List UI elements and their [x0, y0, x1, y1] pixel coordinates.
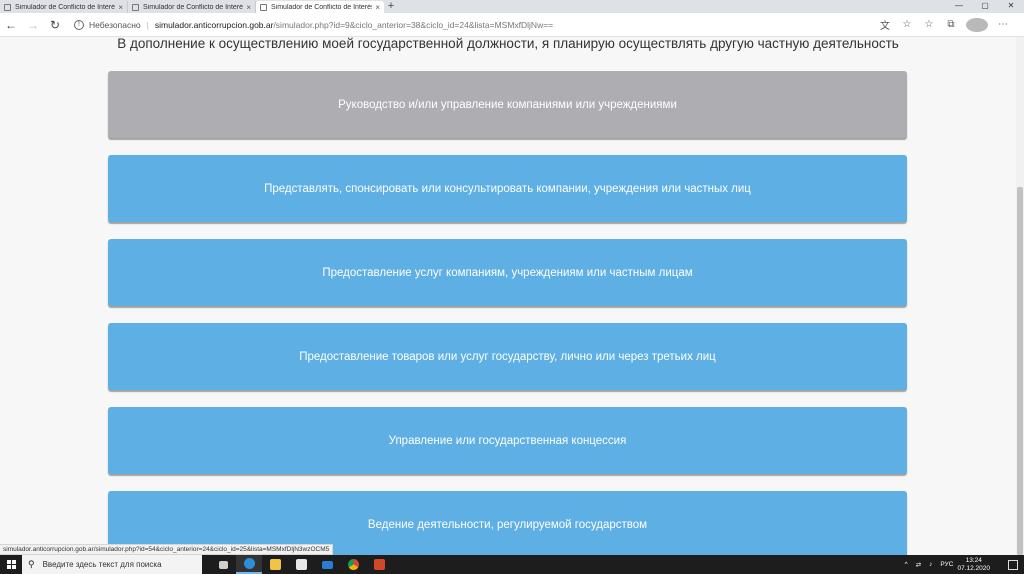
browser-tab-2[interactable]: Simulador de Conflicto de Interés ×: [128, 1, 256, 13]
volume-icon[interactable]: ♪: [929, 561, 932, 568]
url-path[interactable]: /simulador.php?id=9&ciclo_anterior=38&ci…: [273, 20, 553, 30]
translate-icon[interactable]: 文: [874, 17, 896, 32]
browser-toolbar: ← → ↻ ! Небезопасно | simulador.anticorr…: [0, 13, 1024, 37]
task-view-icon[interactable]: [210, 555, 236, 574]
taskbar-pinned-apps: [210, 555, 392, 574]
start-button[interactable]: [0, 555, 22, 574]
menu-dots-icon[interactable]: ⋯: [992, 19, 1014, 30]
notifications-icon[interactable]: [1008, 559, 1018, 570]
network-icon[interactable]: ⇄: [916, 561, 921, 569]
search-icon: ⚲: [28, 559, 35, 569]
mail-icon[interactable]: [314, 555, 340, 574]
edge-glyph: [243, 558, 255, 569]
security-label[interactable]: Небезопасно: [89, 20, 141, 30]
window-controls: — ▢ ✕: [946, 0, 1024, 13]
show-hidden-icons-chevron-icon[interactable]: ^: [905, 561, 908, 568]
page-favicon-icon: [132, 3, 139, 11]
tab-title: Simulador de Conflicto de Interés: [271, 3, 373, 11]
answer-option-5[interactable]: Управление или государственная концессия: [108, 407, 907, 474]
back-button[interactable]: ←: [0, 14, 22, 36]
new-tab-button[interactable]: +: [384, 1, 398, 13]
page-favicon-icon: [260, 3, 267, 11]
browser-tab-1[interactable]: Simulador de Conflicto de Interés ×: [0, 1, 128, 13]
taskbar-search-box[interactable]: ⚲ Введите здесь текст для поиска: [22, 555, 202, 574]
page-favicon-icon: [4, 3, 11, 11]
answer-option-3[interactable]: Предоставление услуг компаниям, учрежден…: [108, 239, 907, 306]
windows-logo-icon: [6, 560, 16, 569]
answer-option-2[interactable]: Представлять, спонсировать или консульти…: [108, 155, 907, 222]
tab-title: Simulador de Conflicto de Interés: [15, 3, 116, 11]
chrome-glyph: [347, 559, 359, 570]
store-glyph: [295, 559, 307, 570]
chrome-icon[interactable]: [340, 555, 366, 574]
file-explorer-icon[interactable]: [262, 555, 288, 574]
system-tray: ^ ⇄ ♪ РУС 13:24 07.12.2020: [901, 555, 1024, 574]
input-language[interactable]: РУС: [940, 561, 953, 568]
os-taskbar: ⚲ Введите здесь текст для поиска ^ ⇄ ♪ Р…: [0, 555, 1024, 574]
store-icon[interactable]: [288, 555, 314, 574]
tab-strip: Simulador de Conflicto de Interés × Simu…: [0, 0, 1024, 13]
tab-close-icon[interactable]: ×: [118, 3, 123, 12]
folder-glyph: [269, 559, 281, 570]
extensions-icon[interactable]: ⧉: [940, 19, 962, 30]
search-placeholder: Введите здесь текст для поиска: [42, 560, 162, 569]
minimize-button[interactable]: —: [946, 0, 972, 13]
tab-close-icon[interactable]: ×: [246, 3, 251, 12]
status-bar-link-preview: simulador.anticorrupcion.gob.ar/simulado…: [0, 544, 334, 555]
task-view-glyph: [218, 560, 228, 569]
tab-close-icon[interactable]: ×: [375, 3, 380, 12]
powerpoint-glyph: [373, 559, 385, 570]
answer-option-4[interactable]: Предоставление товаров или услуг государ…: [108, 323, 907, 390]
clock-time: 13:24: [965, 556, 982, 564]
powerpoint-icon[interactable]: [366, 555, 392, 574]
url-host[interactable]: simulador.anticorrupcion.gob.ar: [155, 20, 274, 30]
question-text: В дополнение к осуществлению моей госуда…: [117, 37, 899, 51]
collections-icon[interactable]: ☆: [918, 19, 940, 30]
address-bar[interactable]: ! Небезопасно | simulador.anticorrupcion…: [74, 15, 868, 35]
profile-avatar[interactable]: [966, 17, 988, 32]
vertical-scrollbar[interactable]: [1016, 37, 1024, 555]
maximize-button[interactable]: ▢: [972, 0, 998, 13]
scrollbar-thumb[interactable]: [1017, 187, 1023, 555]
clock-date: 07.12.2020: [957, 564, 990, 572]
edge-browser-icon[interactable]: [236, 555, 262, 574]
close-window-button[interactable]: ✕: [998, 0, 1024, 13]
toolbar-actions: 文 ☆ ☆ ⧉ ⋯: [874, 17, 1014, 32]
address-separator: |: [146, 19, 149, 30]
browser-tab-3-active[interactable]: Simulador de Conflicto de Interés ×: [256, 1, 384, 13]
page-content: В дополнение к осуществлению моей госуда…: [0, 37, 1016, 555]
forward-button[interactable]: →: [22, 14, 44, 36]
mail-glyph: [321, 560, 333, 569]
clock[interactable]: 13:24 07.12.2020: [957, 557, 990, 573]
answer-option-1-selected[interactable]: Руководство и/или управление компаниями …: [108, 71, 907, 138]
not-secure-icon[interactable]: !: [74, 19, 84, 30]
tab-title: Simulador de Conflicto de Interés: [143, 3, 244, 11]
favorite-star-icon[interactable]: ☆: [896, 19, 918, 30]
reload-button[interactable]: ↻: [44, 14, 66, 36]
